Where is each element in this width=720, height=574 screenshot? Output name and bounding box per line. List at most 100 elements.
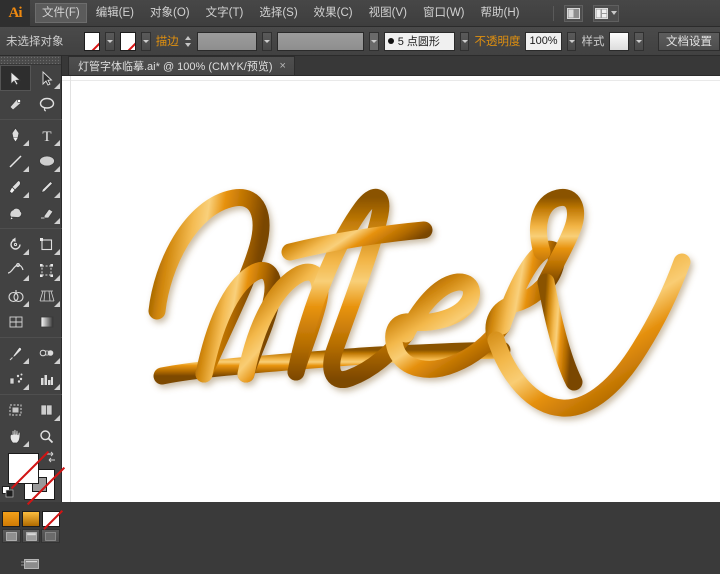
menu-bar: Ai 文件(F) 编辑(E) 对象(O) 文字(T) 选择(S) 效果(C) 视… bbox=[0, 0, 720, 27]
hand-tool[interactable] bbox=[0, 423, 31, 449]
document-canvas[interactable] bbox=[62, 76, 720, 502]
brush-definition-field[interactable]: 5 点圆形 bbox=[384, 32, 455, 51]
normal-screen-mode-button[interactable] bbox=[2, 529, 21, 543]
blob-brush-tool[interactable] bbox=[0, 200, 31, 226]
magic-wand-tool[interactable] bbox=[0, 91, 31, 117]
tool-flyout-icon bbox=[54, 384, 60, 390]
line-segment-tool[interactable] bbox=[0, 148, 31, 174]
type-tool[interactable]: T bbox=[31, 122, 62, 148]
gradient-button[interactable] bbox=[22, 511, 40, 527]
stroke-weight-stepper[interactable] bbox=[184, 32, 192, 51]
tool-flyout-icon bbox=[23, 166, 29, 172]
menu-file[interactable]: 文件(F) bbox=[35, 3, 87, 23]
brush-definition-label: 5 点圆形 bbox=[398, 33, 440, 49]
full-screen-mode-button[interactable] bbox=[41, 529, 60, 543]
graphic-style-swatch[interactable] bbox=[609, 32, 628, 51]
document-setup-button[interactable]: 文档设置 bbox=[658, 32, 720, 51]
stroke-dropdown-button[interactable] bbox=[141, 32, 151, 51]
opacity-input[interactable]: 100% bbox=[525, 32, 561, 51]
full-screen-menu-mode-button[interactable] bbox=[22, 529, 41, 543]
opacity-dropdown-button[interactable] bbox=[567, 32, 577, 51]
tools-grid: T bbox=[0, 65, 62, 449]
close-icon[interactable]: × bbox=[280, 62, 286, 71]
tool-divider bbox=[0, 228, 62, 229]
arrange-documents-icon[interactable] bbox=[593, 5, 619, 22]
inter-tube-lettering[interactable] bbox=[62, 76, 720, 502]
stroke-weight-dropdown-button[interactable] bbox=[262, 32, 272, 51]
tool-flyout-icon bbox=[54, 301, 60, 307]
tool-flyout-icon bbox=[54, 275, 60, 281]
tool-flyout-icon bbox=[54, 218, 60, 224]
rotate-tool[interactable] bbox=[0, 231, 31, 257]
zoom-tool[interactable] bbox=[31, 423, 62, 449]
color-button[interactable] bbox=[2, 511, 20, 527]
direct-selection-tool[interactable] bbox=[31, 65, 62, 91]
fill-dropdown-button[interactable] bbox=[105, 32, 115, 51]
tool-flyout-icon bbox=[23, 192, 29, 198]
stroke-weight-input[interactable] bbox=[197, 32, 258, 51]
menu-view[interactable]: 视图(V) bbox=[362, 3, 414, 23]
menu-help[interactable]: 帮助(H) bbox=[474, 3, 527, 23]
tool-flyout-icon bbox=[54, 249, 60, 255]
fill-color-swatch[interactable] bbox=[84, 32, 100, 51]
tool-flyout-icon bbox=[54, 358, 60, 364]
chevron-down-icon bbox=[371, 40, 377, 43]
change-screen-mode-button[interactable] bbox=[18, 554, 44, 574]
document-tab[interactable]: 灯管字体临摹.ai* @ 100% (CMYK/预览) × bbox=[68, 56, 295, 75]
selection-status-label: 未选择对象 bbox=[6, 33, 64, 49]
selection-tool[interactable] bbox=[0, 65, 31, 91]
gradient-tool[interactable] bbox=[31, 309, 62, 335]
free-transform-tool[interactable] bbox=[31, 257, 62, 283]
brush-dropdown-button[interactable] bbox=[460, 32, 470, 51]
stroke-weight-label[interactable]: 描边 bbox=[156, 33, 179, 49]
control-bar: 未选择对象 描边 5 点圆形 不透明度 100% 样式 文档设置 bbox=[0, 27, 720, 56]
tool-flyout-icon bbox=[23, 301, 29, 307]
color-mode-buttons bbox=[0, 508, 62, 527]
menu-select[interactable]: 选择(S) bbox=[252, 3, 304, 23]
stroke-color-swatch[interactable] bbox=[120, 32, 136, 51]
tool-divider bbox=[0, 337, 62, 338]
perspective-grid-tool[interactable] bbox=[31, 283, 62, 309]
illustrator-window: Ai 文件(F) 编辑(E) 对象(O) 文字(T) 选择(S) 效果(C) 视… bbox=[0, 0, 720, 502]
menu-object[interactable]: 对象(O) bbox=[143, 3, 197, 23]
mesh-tool[interactable] bbox=[0, 309, 31, 335]
none-button[interactable] bbox=[42, 511, 60, 527]
shape-builder-tool[interactable] bbox=[0, 283, 31, 309]
artboard-tool[interactable] bbox=[0, 397, 31, 423]
blend-tool[interactable] bbox=[31, 340, 62, 366]
opacity-label[interactable]: 不透明度 bbox=[474, 33, 520, 49]
tool-flyout-icon bbox=[23, 249, 29, 255]
tool-flyout-icon bbox=[54, 415, 60, 421]
slice-tool[interactable] bbox=[31, 397, 62, 423]
pencil-tool[interactable] bbox=[31, 174, 62, 200]
tool-flyout-icon bbox=[23, 275, 29, 281]
symbol-sprayer-tool[interactable] bbox=[0, 366, 31, 392]
pen-tool[interactable] bbox=[0, 122, 31, 148]
chevron-down-icon bbox=[264, 40, 270, 43]
style-label: 样式 bbox=[581, 33, 604, 49]
fill-swatch-none[interactable] bbox=[8, 453, 39, 484]
menu-bar-icon-group bbox=[553, 5, 619, 22]
ellipse-tool[interactable] bbox=[31, 148, 62, 174]
menu-type[interactable]: 文字(T) bbox=[199, 3, 251, 23]
scale-tool[interactable] bbox=[31, 231, 62, 257]
tool-divider bbox=[0, 119, 62, 120]
screen-mode-icon[interactable] bbox=[564, 5, 583, 22]
stroke-profile-dropdown-button[interactable] bbox=[369, 32, 379, 51]
brush-swatch-icon bbox=[388, 38, 394, 44]
menu-window[interactable]: 窗口(W) bbox=[416, 3, 472, 23]
stroke-profile-input[interactable] bbox=[277, 32, 364, 51]
menu-divider bbox=[553, 6, 554, 21]
column-graph-tool[interactable] bbox=[31, 366, 62, 392]
menu-edit[interactable]: 编辑(E) bbox=[89, 3, 141, 23]
lasso-tool[interactable] bbox=[31, 91, 62, 117]
eraser-tool[interactable] bbox=[31, 200, 62, 226]
chevron-down-icon bbox=[636, 40, 642, 43]
style-dropdown-button[interactable] bbox=[634, 32, 644, 51]
paintbrush-tool[interactable] bbox=[0, 174, 31, 200]
eyedropper-tool[interactable] bbox=[0, 340, 31, 366]
menu-effect[interactable]: 效果(C) bbox=[307, 3, 360, 23]
tools-panel-drag-handle[interactable] bbox=[0, 56, 61, 65]
width-tool[interactable] bbox=[0, 257, 31, 283]
tool-flyout-icon bbox=[23, 140, 29, 146]
